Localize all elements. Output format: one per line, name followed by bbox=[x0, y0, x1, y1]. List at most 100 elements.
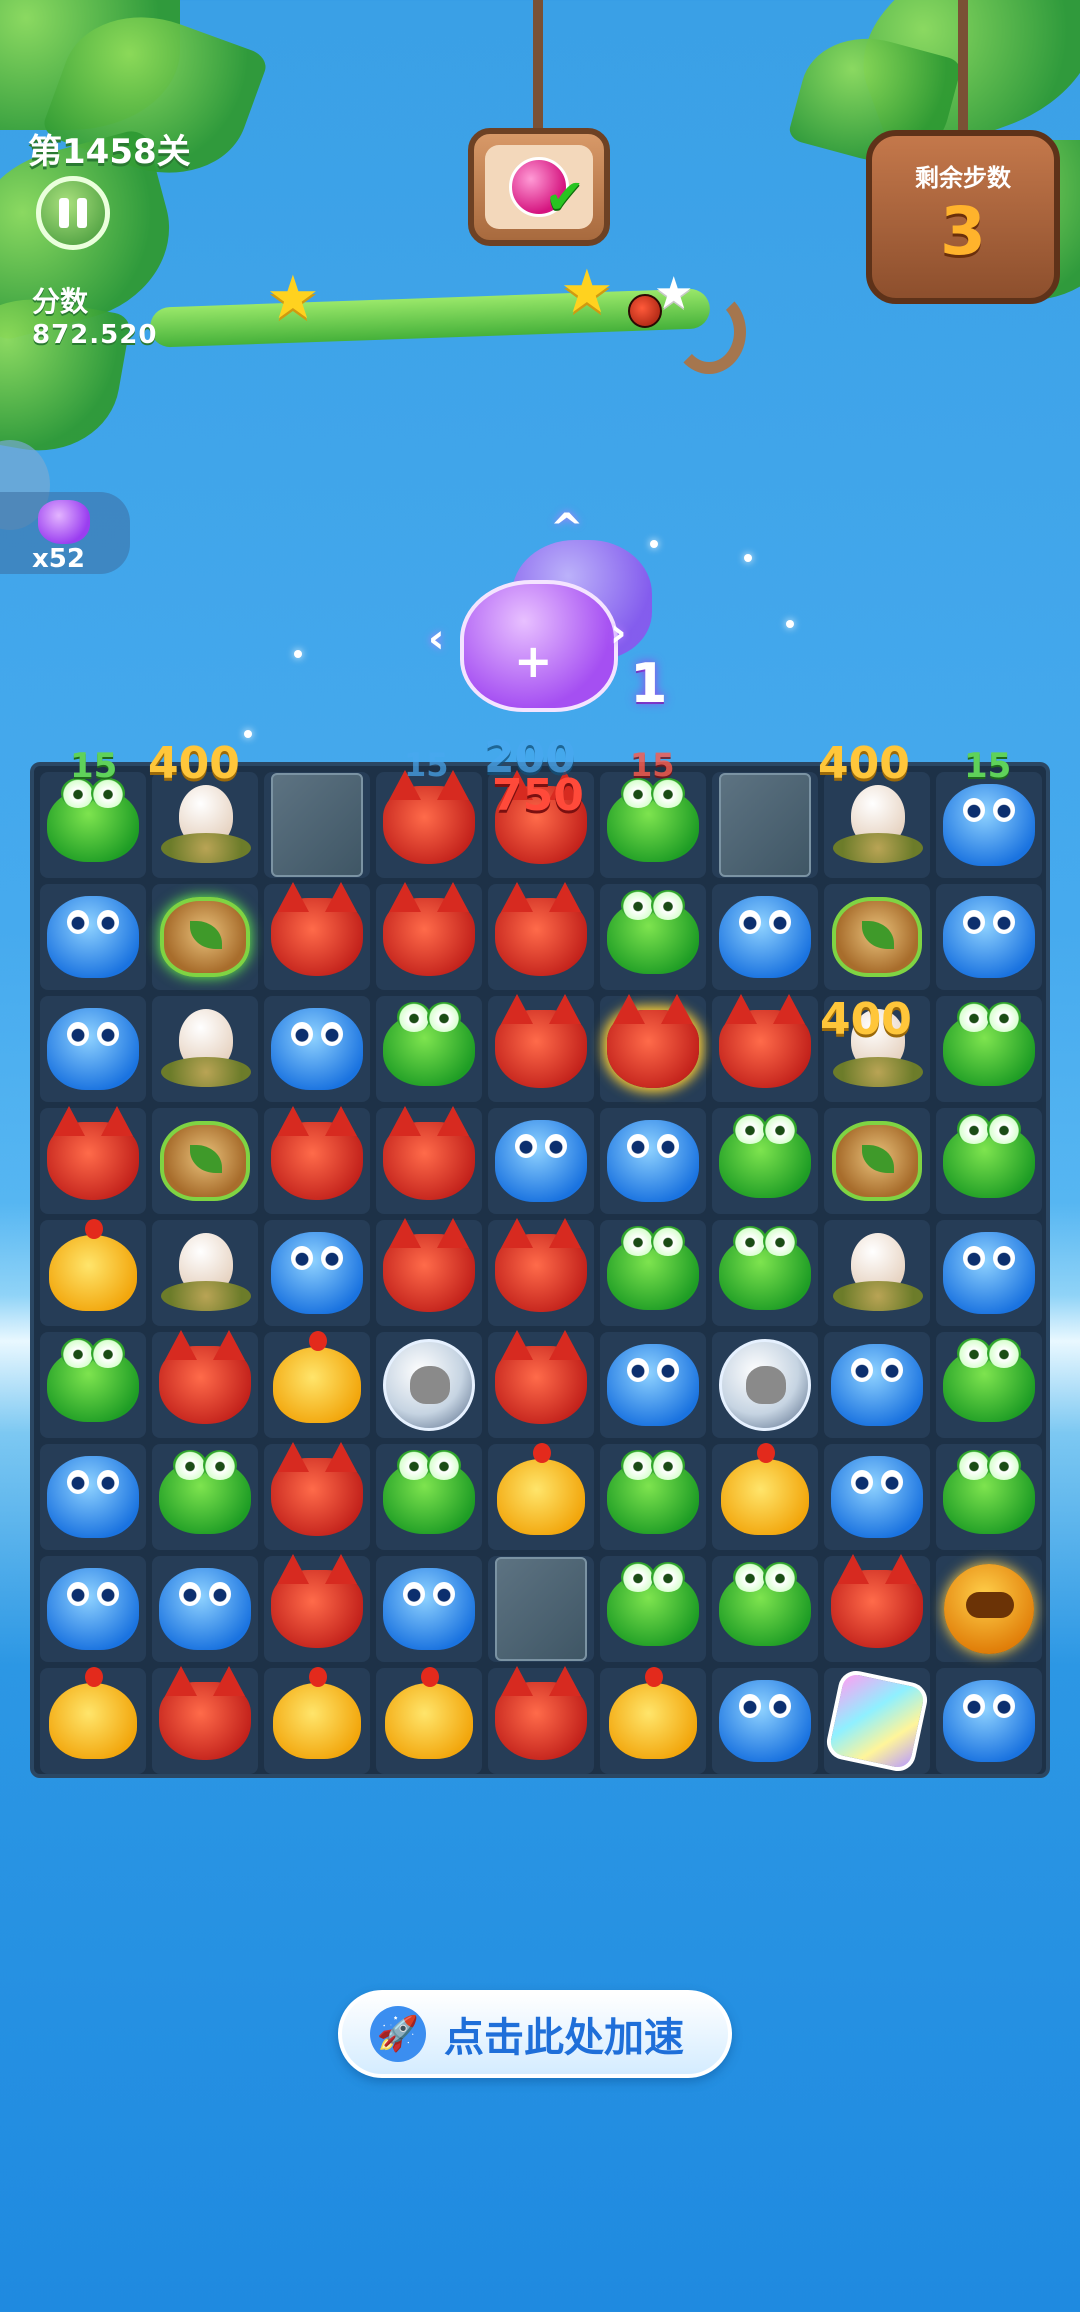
bear-icon bbox=[495, 1118, 587, 1204]
fox-icon bbox=[159, 1330, 251, 1428]
board-cell[interactable] bbox=[40, 1556, 146, 1662]
board-cell[interactable] bbox=[264, 996, 370, 1102]
plus-icon: + bbox=[514, 634, 553, 688]
board-cell[interactable] bbox=[712, 1108, 818, 1214]
moves-value: 3 bbox=[940, 193, 986, 270]
fox-icon bbox=[383, 882, 475, 980]
board-cell[interactable] bbox=[264, 1331, 370, 1438]
board-cell[interactable] bbox=[264, 1220, 370, 1326]
board-cell[interactable] bbox=[824, 884, 930, 990]
board-cell[interactable] bbox=[712, 884, 818, 990]
board-cell[interactable] bbox=[712, 1220, 818, 1326]
board-cell[interactable] bbox=[600, 772, 706, 878]
board-cell[interactable] bbox=[40, 996, 146, 1102]
board-cell[interactable] bbox=[824, 1108, 930, 1214]
board-cell[interactable] bbox=[600, 1444, 706, 1550]
board-cell[interactable] bbox=[40, 1444, 146, 1550]
board-cell[interactable] bbox=[264, 772, 370, 878]
board-cell[interactable] bbox=[40, 884, 146, 990]
fox-icon bbox=[831, 1554, 923, 1652]
board-cell[interactable] bbox=[712, 1332, 818, 1438]
board-cell[interactable] bbox=[264, 1442, 370, 1550]
score-popup: 400 bbox=[148, 738, 240, 789]
board-cell[interactable] bbox=[264, 882, 370, 990]
board-cell[interactable] bbox=[823, 1667, 931, 1775]
rocket-icon: 🚀 bbox=[370, 2006, 426, 2062]
arrow-right-icon: › bbox=[610, 610, 627, 656]
board-cell[interactable] bbox=[712, 772, 818, 878]
board-cell[interactable] bbox=[824, 1554, 930, 1662]
board-cell[interactable] bbox=[376, 1332, 482, 1438]
board-cell[interactable] bbox=[600, 1667, 706, 1774]
board-cell[interactable] bbox=[152, 1220, 258, 1326]
board-cell[interactable] bbox=[936, 772, 1042, 878]
board-cell[interactable] bbox=[936, 1220, 1042, 1326]
board-cell[interactable] bbox=[936, 1332, 1042, 1438]
goal-panel: ✔ bbox=[468, 128, 610, 246]
board-cell[interactable] bbox=[712, 1443, 818, 1550]
chick-icon bbox=[495, 1443, 587, 1540]
board-cell[interactable] bbox=[376, 770, 482, 878]
board-cell[interactable] bbox=[712, 1556, 818, 1662]
board-cell[interactable] bbox=[824, 1220, 930, 1326]
board-cell[interactable] bbox=[488, 1556, 594, 1662]
board-cell[interactable] bbox=[376, 1556, 482, 1662]
frog-icon bbox=[943, 1450, 1035, 1540]
board-cell[interactable] bbox=[40, 772, 146, 878]
board-cell[interactable] bbox=[488, 1443, 594, 1550]
pause-button[interactable] bbox=[36, 176, 110, 250]
board-cell[interactable] bbox=[488, 994, 594, 1102]
board-cell[interactable] bbox=[152, 884, 258, 990]
board-cell[interactable] bbox=[824, 1444, 930, 1550]
board-cell[interactable] bbox=[600, 884, 706, 990]
board-cell[interactable] bbox=[600, 994, 706, 1102]
board-cell[interactable] bbox=[376, 1218, 482, 1326]
board-cell[interactable] bbox=[600, 1220, 706, 1326]
fox-icon bbox=[271, 1554, 363, 1652]
score-popup: 15 bbox=[70, 746, 118, 786]
egg-icon bbox=[159, 1230, 251, 1316]
board-cell[interactable] bbox=[488, 1330, 594, 1438]
frog-icon bbox=[943, 1338, 1035, 1428]
board-cell[interactable] bbox=[712, 994, 818, 1102]
board-cell[interactable] bbox=[936, 996, 1042, 1102]
fox-icon bbox=[495, 1666, 587, 1764]
board-cell[interactable] bbox=[264, 1554, 370, 1662]
board-cell[interactable] bbox=[152, 996, 258, 1102]
board-cell[interactable] bbox=[40, 1332, 146, 1438]
arrow-up-icon: ^ bbox=[550, 506, 584, 552]
board-cell[interactable] bbox=[40, 1219, 146, 1326]
board-cell[interactable] bbox=[152, 1556, 258, 1662]
board-cell[interactable] bbox=[936, 1444, 1042, 1550]
board-cell[interactable] bbox=[152, 1666, 258, 1774]
board-cell[interactable] bbox=[488, 1666, 594, 1774]
board-cell[interactable] bbox=[600, 1332, 706, 1438]
board-cell[interactable] bbox=[152, 1108, 258, 1214]
board-cell[interactable] bbox=[376, 996, 482, 1102]
board-cell[interactable] bbox=[712, 1668, 818, 1774]
board-cell[interactable] bbox=[40, 1667, 146, 1774]
board-cell[interactable] bbox=[488, 882, 594, 990]
board-cell[interactable] bbox=[936, 884, 1042, 990]
speedup-button[interactable]: 🚀 点击此处加速 bbox=[338, 1990, 732, 2078]
board-cell[interactable] bbox=[264, 1106, 370, 1214]
board-cell[interactable] bbox=[824, 1332, 930, 1438]
board-cell[interactable] bbox=[264, 1667, 370, 1774]
board-cell[interactable] bbox=[936, 1668, 1042, 1774]
board-cell[interactable] bbox=[152, 1330, 258, 1438]
board-cell[interactable] bbox=[488, 1108, 594, 1214]
board-cell[interactable] bbox=[600, 1108, 706, 1214]
board-cell[interactable] bbox=[376, 1106, 482, 1214]
board-cell[interactable] bbox=[376, 1444, 482, 1550]
board-cell[interactable] bbox=[40, 1106, 146, 1214]
board-cell[interactable] bbox=[376, 882, 482, 990]
booster-counter[interactable]: x52 bbox=[0, 492, 130, 574]
bear-icon bbox=[831, 1454, 923, 1540]
board-cell[interactable] bbox=[936, 1556, 1042, 1662]
fox-icon bbox=[495, 994, 587, 1092]
board-cell[interactable] bbox=[936, 1108, 1042, 1214]
board-cell[interactable] bbox=[376, 1667, 482, 1774]
board-cell[interactable] bbox=[152, 1444, 258, 1550]
board-cell[interactable] bbox=[600, 1556, 706, 1662]
board-cell[interactable] bbox=[488, 1218, 594, 1326]
